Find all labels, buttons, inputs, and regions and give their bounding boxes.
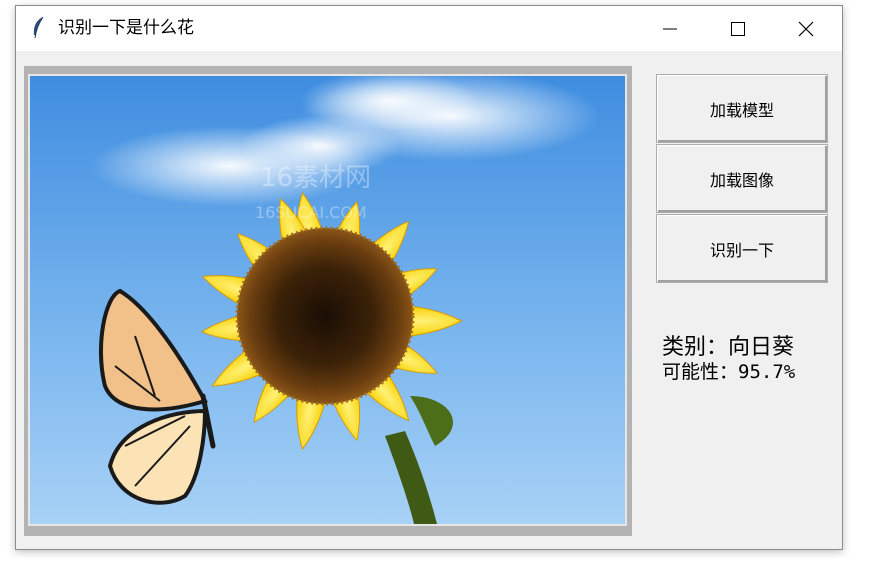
window-title: 识别一下是什么花 (58, 18, 194, 38)
close-button[interactable] (772, 6, 840, 51)
app-window: 识别一下是什么花 16素材网 16SUCAI.COM 加载模型 加载图像 识别一… (15, 5, 843, 550)
load-image-button[interactable]: 加载图像 (656, 144, 828, 213)
watermark: 16素材网 (260, 163, 371, 193)
svg-text:16SUCAI.COM: 16SUCAI.COM (255, 203, 367, 222)
maximize-icon (731, 21, 745, 36)
close-icon (798, 21, 814, 36)
image-display: 16素材网 16SUCAI.COM (28, 74, 627, 526)
identify-button[interactable]: 识别一下 (656, 214, 828, 283)
title-bar[interactable]: 识别一下是什么花 (16, 6, 842, 51)
load-model-button[interactable]: 加载模型 (656, 74, 828, 143)
minimize-button[interactable] (636, 6, 704, 51)
maximize-button[interactable] (704, 6, 772, 51)
image-canvas: 16素材网 16SUCAI.COM (24, 66, 632, 536)
feather-icon (30, 16, 46, 40)
result-probability: 可能性：95.7% (662, 361, 796, 383)
result-category: 类别：向日葵 (662, 335, 795, 360)
minimize-icon (663, 28, 677, 29)
sunflower-photo: 16素材网 16SUCAI.COM (30, 76, 625, 524)
